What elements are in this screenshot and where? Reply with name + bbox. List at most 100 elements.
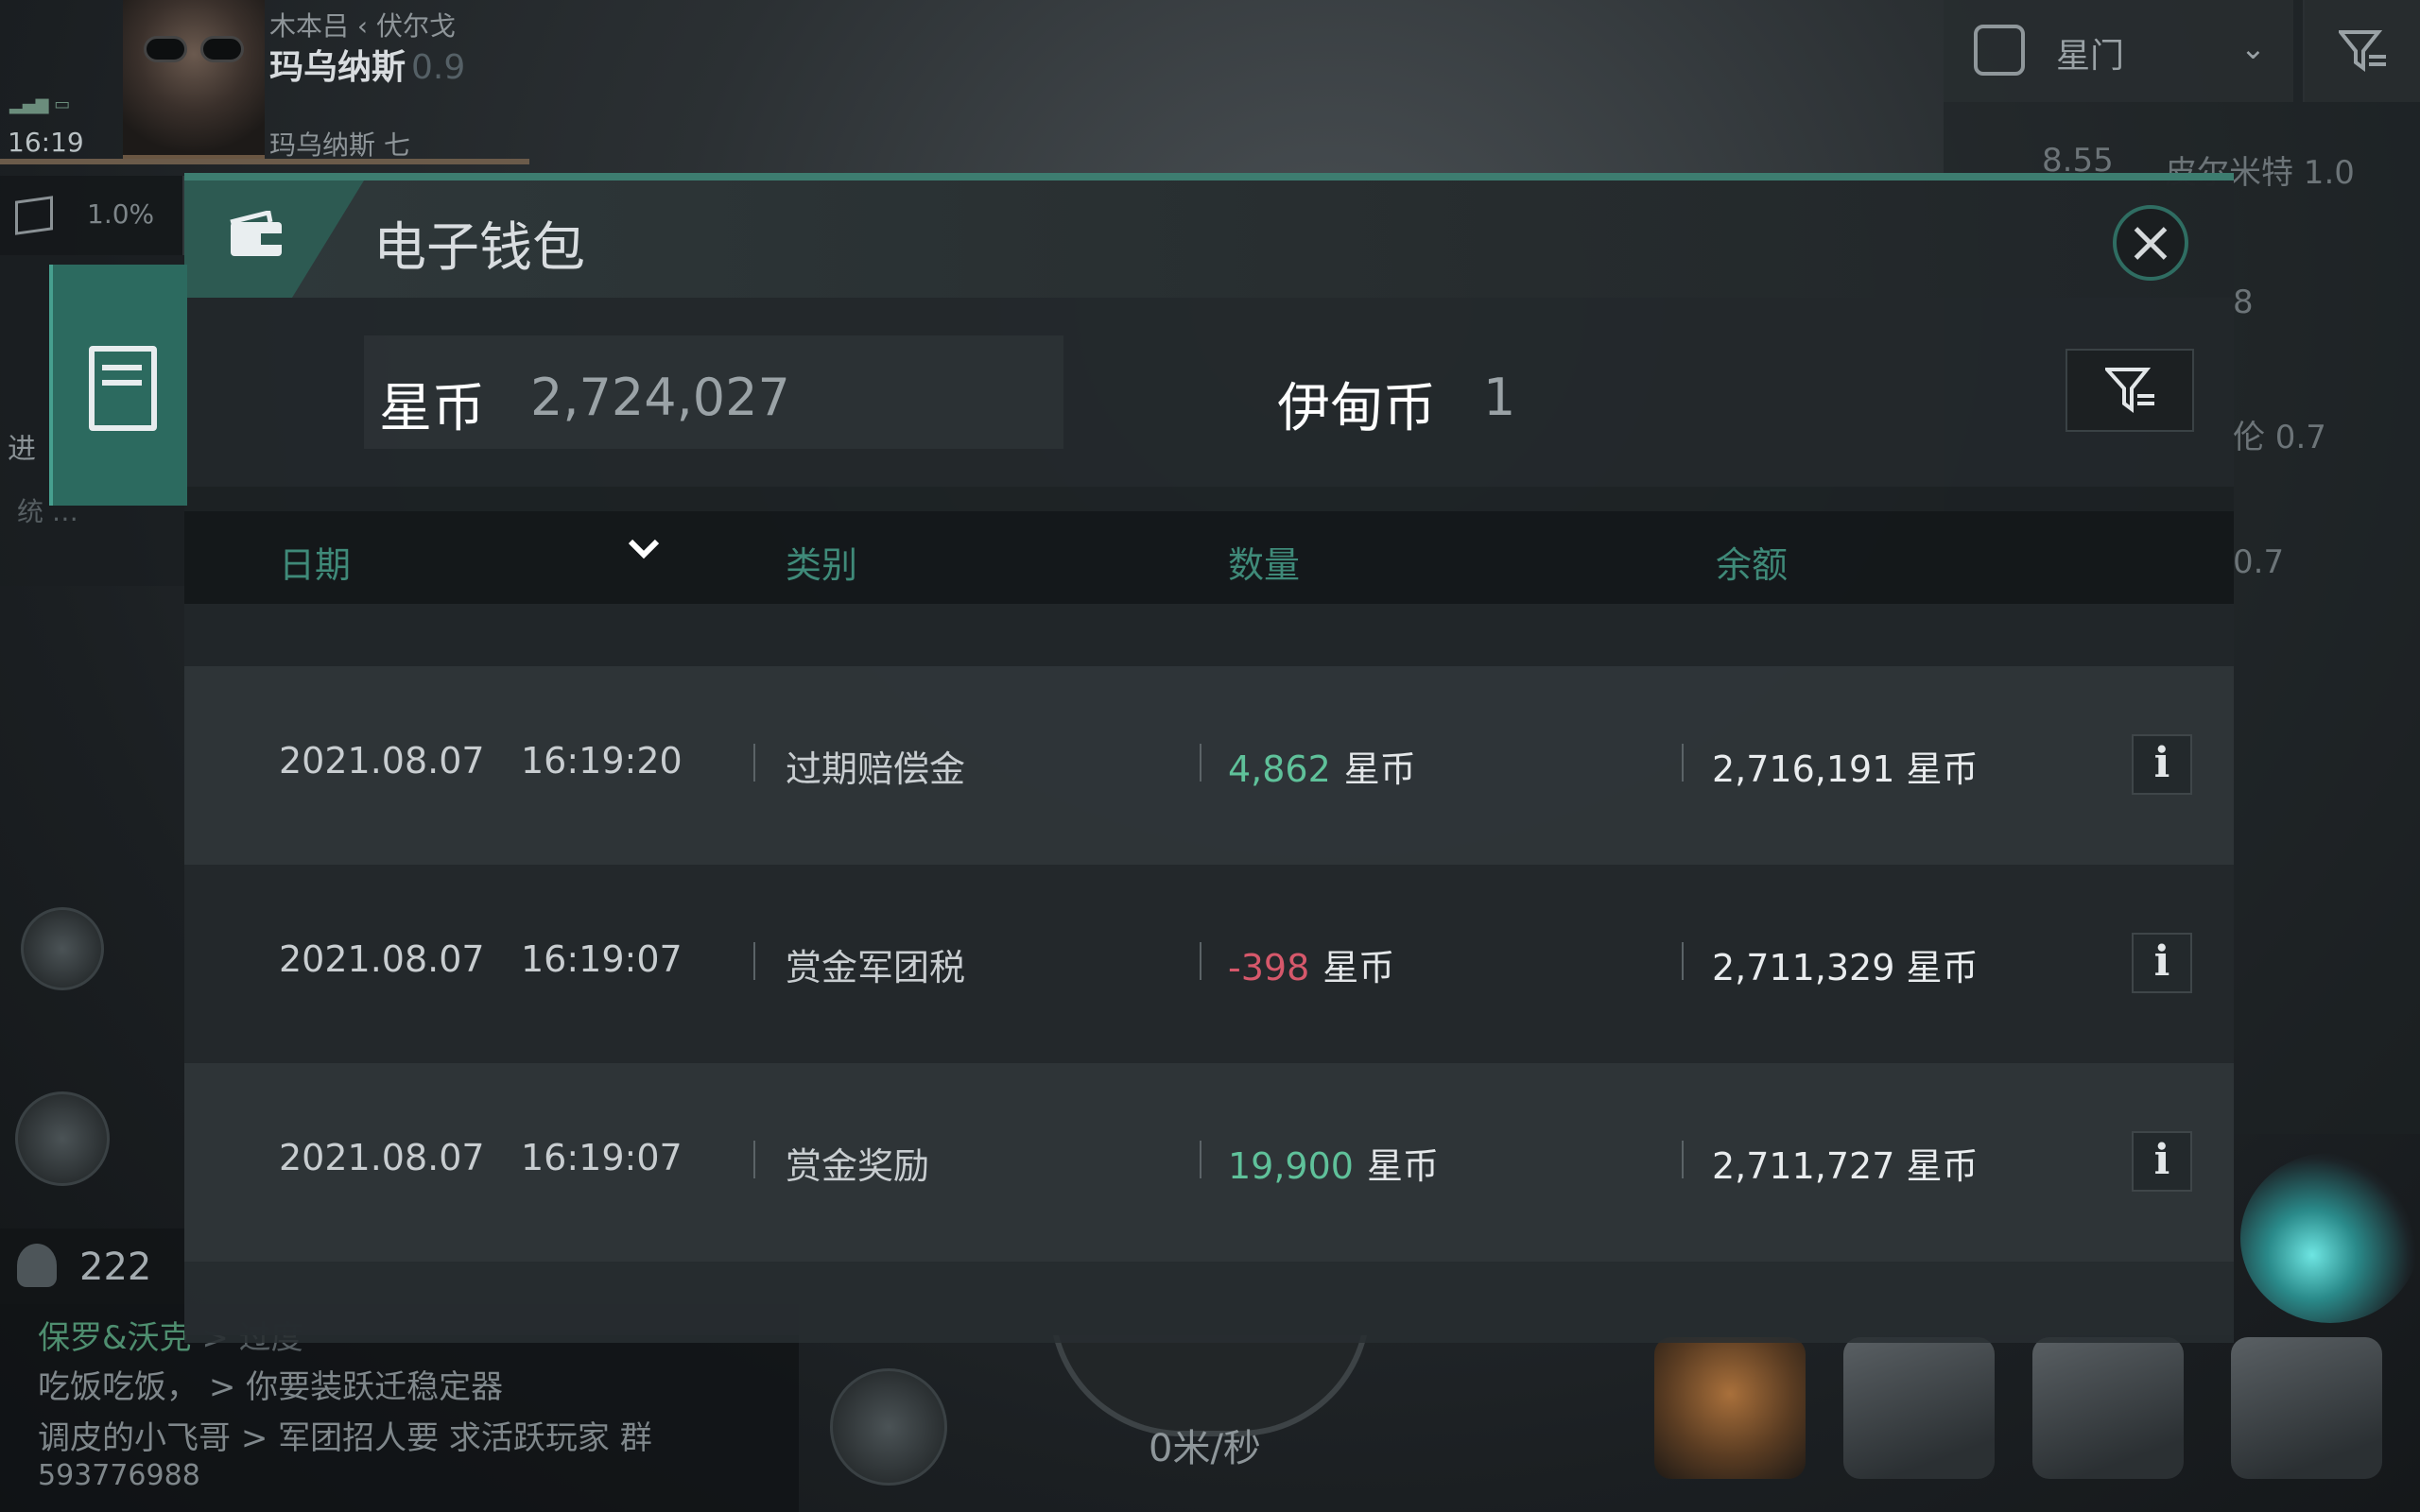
chat-sender[interactable]: 保罗&沃克 [38,1319,192,1357]
column-date[interactable]: 日期 [279,536,351,588]
overview-row-3[interactable]: 8 [2233,284,2254,321]
row-time: 16:19:07 [521,1137,683,1178]
column-divider [1200,744,1201,782]
row-amount-value: 19,900 [1228,1145,1354,1187]
lens-icon[interactable] [2240,1153,2420,1323]
table-spacer [184,604,2234,666]
cargo-percent: 1.0% [87,198,155,230]
compass-icon[interactable] [21,907,104,990]
wallet-dialog: 电子钱包 星币 2,724,027 伊甸币 1 日期 类别 数量 余额 2021… [184,173,2234,1343]
overview-filter-button[interactable] [2303,0,2420,102]
info-icon[interactable]: i [2132,1131,2192,1192]
overview-row-4[interactable]: 伦 0.7 [2233,411,2326,457]
close-icon[interactable] [2113,205,2188,281]
contact-icon[interactable] [15,1091,110,1186]
column-divider [1200,1141,1201,1178]
row-amount-unit: 星币 [1322,947,1395,988]
wallet-header: 电子钱包 [184,180,2234,298]
document-icon [89,346,157,431]
signal-icon: ▂▄▆ ▭ [9,94,71,114]
hud-progress-bar [0,159,529,164]
module-slot-3-icon[interactable] [2032,1337,2184,1479]
row-date: 2021.08.07 [279,938,485,980]
row-balance: 2,711,329 星币 [1712,947,1979,988]
module-slot-1-icon[interactable] [1654,1337,1806,1479]
table-row[interactable]: 2021.08.07 16:19:20 过期赔偿金 4,862 星币 2,716,… [184,666,2234,865]
cargo-box-icon [15,196,53,235]
table-row-partial [184,1262,2234,1343]
info-icon[interactable]: i [2132,734,2192,795]
goggle-right-icon [200,36,244,62]
local-count[interactable]: 222 [0,1228,184,1304]
chat-line: 调皮的小飞哥 > 军团招人要 求活跃玩家 群 [38,1412,652,1458]
chat-sender[interactable]: 吃饭吃饭， [38,1368,199,1406]
chat-message: > 你要装跃迁稳定器 [208,1368,504,1406]
chat-message: > 军团招人要 求活跃玩家 群 [240,1419,652,1457]
column-divider [1200,942,1201,980]
row-amount: 4,862 星币 [1228,740,1416,792]
column-divider [753,744,755,782]
column-amount: 数量 [1228,544,1301,586]
row-category: 赏金奖励 [786,1145,930,1187]
star-coin-label: 星币 [379,378,485,439]
column-divider [1682,744,1684,782]
column-divider [1682,942,1684,980]
info-icon[interactable]: i [2132,933,2192,993]
eden-coin-value: 1 [1483,368,1516,427]
star-coin-balance: 星币 2,724,027 [364,335,1063,449]
chevron-down-icon[interactable] [625,530,663,568]
eden-coin-label: 伊甸币 [1277,378,1436,439]
wallet-title: 电子钱包 [373,217,585,279]
camera-icon[interactable] [830,1368,947,1486]
stargate-icon [1974,25,2025,76]
transactions-tab[interactable] [49,265,187,506]
module-slot-2-icon[interactable] [1843,1337,1995,1479]
column-divider [1682,1141,1684,1178]
speed-readout: 0米/秒 [1149,1427,1261,1470]
chevron-down-icon[interactable]: ⌄ [2240,30,2266,66]
cargo-indicator[interactable]: 1.0% [0,176,184,255]
table-row[interactable]: 2021.08.07 16:19:07 赏金军团税 -398 星币 2,711,3… [184,865,2234,1063]
wallet-icon-box [184,180,364,298]
row-amount-unit: 星币 [1366,1145,1439,1187]
local-count-value: 222 [79,1246,152,1289]
chat-message: 593776988 [38,1459,200,1492]
security-status: 0.9 [411,48,466,87]
row-amount-unit: 星币 [1343,748,1416,790]
column-divider [753,1141,755,1178]
row-date: 2021.08.07 [279,740,485,782]
filter-icon [2105,368,2154,413]
goggle-left-icon [144,36,187,62]
row-amount: 19,900 星币 [1228,1137,1439,1189]
overview-tab-label: 星门 [2056,37,2125,76]
column-divider [753,942,755,980]
module-slot-4-icon[interactable] [2231,1337,2382,1479]
column-category: 类别 [786,544,858,586]
balance-area: 星币 2,724,027 伊甸币 1 [184,298,2234,487]
hud-time: 16:19 [8,127,84,158]
chat-line: 吃饭吃饭， > 你要装跃迁稳定器 [38,1361,503,1407]
row-category: 过期赔偿金 [786,748,966,790]
table-header: 日期 类别 数量 余额 [184,511,2234,604]
wallet-icon [230,211,284,256]
system-name[interactable]: 玛乌纳斯 0.9 [269,40,465,89]
wallet-filter-button[interactable] [2066,349,2194,432]
row-time: 16:19:20 [521,740,683,782]
filter-icon [2339,30,2386,72]
chat-line: 593776988 [38,1459,200,1492]
eden-coin-balance: 伊甸币 1 [1262,335,2018,449]
row-balance: 2,711,727 星币 [1712,1145,1979,1187]
row-amount: -398 星币 [1228,938,1394,990]
chat-sender[interactable]: 调皮的小飞哥 [38,1419,231,1457]
table-row[interactable]: 2021.08.07 16:19:07 赏金奖励 19,900 星币 2,711,… [184,1063,2234,1262]
pilot-avatar[interactable] [123,0,265,159]
star-coin-value: 2,724,027 [530,368,790,427]
system-route[interactable]: 木本吕 ‹ 伏尔戈 [269,6,456,43]
row-date: 2021.08.07 [279,1137,485,1178]
user-icon [17,1244,57,1287]
station-name[interactable]: 玛乌纳斯 七 [269,125,410,163]
column-balance: 余额 [1716,544,1789,586]
row-balance: 2,716,191 星币 [1712,748,1979,790]
overview-row-5[interactable]: 0.7 [2233,543,2284,581]
system-name-text: 玛乌纳斯 [269,48,406,87]
